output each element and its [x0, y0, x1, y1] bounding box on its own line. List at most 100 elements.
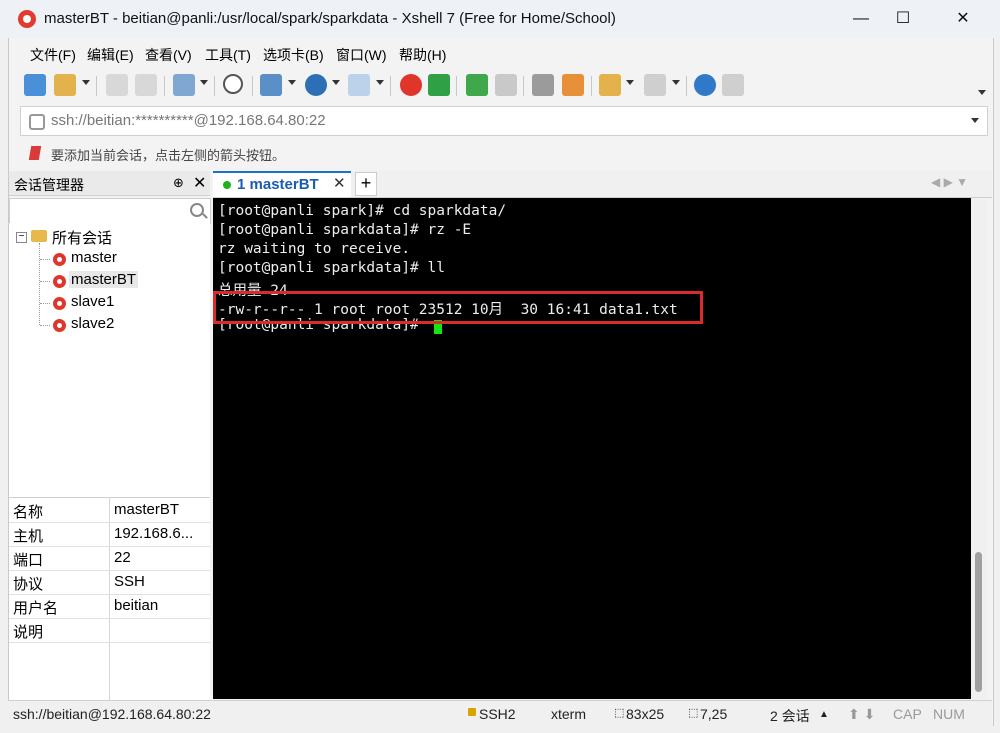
bookmark-arrow-icon[interactable]: [28, 146, 42, 160]
toolbar-divider: [164, 76, 165, 96]
chevron-down-icon[interactable]: [82, 80, 90, 85]
tree-line: [40, 281, 50, 282]
menu-view[interactable]: 查看(V): [145, 45, 192, 65]
new-session-icon[interactable]: [24, 74, 46, 96]
toolbar-divider: [456, 76, 457, 96]
session-manager-header: 会话管理器 ⊕ ✕: [9, 171, 210, 196]
layout-icon[interactable]: [644, 74, 666, 96]
toolbar-divider: [686, 76, 687, 96]
find-icon[interactable]: [223, 74, 243, 94]
toolbar-overflow-icon[interactable]: [978, 90, 986, 95]
menu-tabs[interactable]: 选项卡(B): [263, 45, 324, 65]
property-key: 协议: [13, 576, 44, 593]
property-key: 端口: [13, 552, 44, 569]
xshell-logo-icon: [18, 10, 36, 28]
address-bar[interactable]: ssh://beitian:**********@192.168.64.80:2…: [20, 106, 988, 136]
toolbar-divider: [390, 76, 391, 96]
transfer-arrows-icon: ⬆ ⬇: [848, 706, 876, 722]
reconnect-icon[interactable]: [106, 74, 128, 96]
chat-icon[interactable]: [722, 74, 744, 96]
pin-icon[interactable]: ⊕: [173, 175, 184, 191]
highlight-annotation-box: [213, 291, 703, 324]
properties-icon[interactable]: [173, 74, 195, 96]
lock-icon[interactable]: [495, 74, 517, 96]
toolbar-divider: [252, 76, 253, 96]
disconnect-icon[interactable]: [135, 74, 157, 96]
minimize-button[interactable]: —: [838, 0, 884, 38]
keyboard-icon[interactable]: [532, 74, 554, 96]
property-key: 名称: [13, 504, 44, 521]
status-size: 83x25: [626, 706, 665, 722]
xshell-icon[interactable]: [400, 74, 422, 96]
transfer-icon[interactable]: [260, 74, 282, 96]
session-icon: [53, 297, 66, 310]
font-icon[interactable]: [348, 74, 370, 96]
menu-bar: 文件(F) 编辑(E) 查看(V) 工具(T) 选项卡(B) 窗口(W) 帮助(…: [8, 40, 992, 66]
maximize-button[interactable]: ☐: [880, 0, 926, 38]
search-icon[interactable]: [190, 203, 204, 217]
session-item-masterbt[interactable]: masterBT: [69, 271, 139, 288]
status-sessions[interactable]: 2 会话: [770, 706, 810, 726]
chevron-down-icon[interactable]: [672, 80, 680, 85]
cursor-pos-icon: ⬚: [688, 707, 699, 719]
terminal-line: [root@panli sparkdata]# rz -E: [218, 222, 472, 238]
toolbar-divider: [523, 76, 524, 96]
xftp-icon[interactable]: [428, 74, 450, 96]
chevron-up-icon[interactable]: ▲: [819, 709, 829, 720]
menu-window[interactable]: 窗口(W): [336, 45, 387, 65]
chevron-down-icon[interactable]: [200, 80, 208, 85]
tab-navigation[interactable]: ◀ ▶ ▼: [931, 175, 968, 189]
highlight-pen-icon[interactable]: [562, 74, 584, 96]
property-row: 名称 masterBT: [9, 498, 210, 523]
session-item-master[interactable]: master: [71, 249, 117, 266]
fullscreen-icon[interactable]: [466, 74, 488, 96]
menu-tools[interactable]: 工具(T): [205, 45, 251, 65]
property-row: 端口 22: [9, 546, 210, 571]
terminal-line: [root@panli spark]# cd sparkdata/: [218, 203, 507, 219]
scrollbar-thumb[interactable]: [975, 552, 982, 692]
toolbar-divider: [96, 76, 97, 96]
status-cursor-position: 7,25: [700, 706, 728, 722]
chevron-down-icon[interactable]: [626, 80, 634, 85]
tree-expander[interactable]: −: [16, 232, 27, 243]
window-title: masterBT - beitian@panli:/usr/local/spar…: [44, 10, 616, 27]
session-icon: [53, 275, 66, 288]
status-bar: ssh://beitian@192.168.64.80:22 SSH2 xter…: [8, 700, 992, 727]
status-protocol: SSH2: [479, 706, 516, 722]
terminal[interactable]: [root@panli spark]# cd sparkdata/ [root@…: [213, 198, 971, 699]
add-tab-button[interactable]: +: [355, 172, 377, 196]
tree-root-all-sessions[interactable]: 所有会话: [52, 227, 112, 248]
tree-line: [40, 259, 50, 260]
tab-label[interactable]: 1 masterBT: [237, 176, 319, 193]
tab-close-icon[interactable]: ✕: [333, 174, 346, 192]
title-bar: masterBT - beitian@panli:/usr/local/spar…: [0, 0, 1000, 38]
chevron-down-icon[interactable]: [971, 118, 979, 123]
property-row: 协议 SSH: [9, 570, 210, 595]
session-properties: 名称 masterBT 主机 192.168.6... 端口 22 协议 SSH…: [9, 497, 210, 700]
tab-bar: 1 masterBT ✕ + ◀ ▶ ▼: [213, 171, 992, 198]
session-item-slave2[interactable]: slave2: [71, 315, 114, 332]
size-icon: ⬚: [614, 707, 625, 719]
add-compose-icon[interactable]: [599, 74, 621, 96]
address-value[interactable]: ssh://beitian:**********@192.168.64.80:2…: [51, 112, 326, 129]
hint-text: 要添加当前会话，点击左侧的箭头按钮。: [51, 148, 286, 163]
close-button[interactable]: ✕: [940, 0, 986, 38]
toolbar-divider: [591, 76, 592, 96]
menu-file[interactable]: 文件(F): [30, 45, 76, 65]
chevron-down-icon[interactable]: [376, 80, 384, 85]
session-icon: [53, 319, 66, 332]
open-folder-icon[interactable]: [54, 74, 76, 96]
help-icon[interactable]: [694, 74, 716, 96]
session-item-slave1[interactable]: slave1: [71, 293, 114, 310]
tab-masterbt[interactable]: 1 masterBT ✕: [213, 171, 351, 197]
terminal-scrollbar[interactable]: [971, 198, 986, 699]
property-value: 192.168.6...: [114, 525, 194, 542]
chevron-down-icon[interactable]: [288, 80, 296, 85]
chevron-down-icon[interactable]: [332, 80, 340, 85]
menu-edit[interactable]: 编辑(E): [87, 45, 134, 65]
close-icon[interactable]: ✕: [193, 173, 206, 193]
status-connection: ssh://beitian@192.168.64.80:22: [13, 706, 211, 722]
menu-help[interactable]: 帮助(H): [399, 45, 446, 65]
globe-icon[interactable]: [305, 74, 327, 96]
session-search-input[interactable]: [9, 198, 211, 224]
